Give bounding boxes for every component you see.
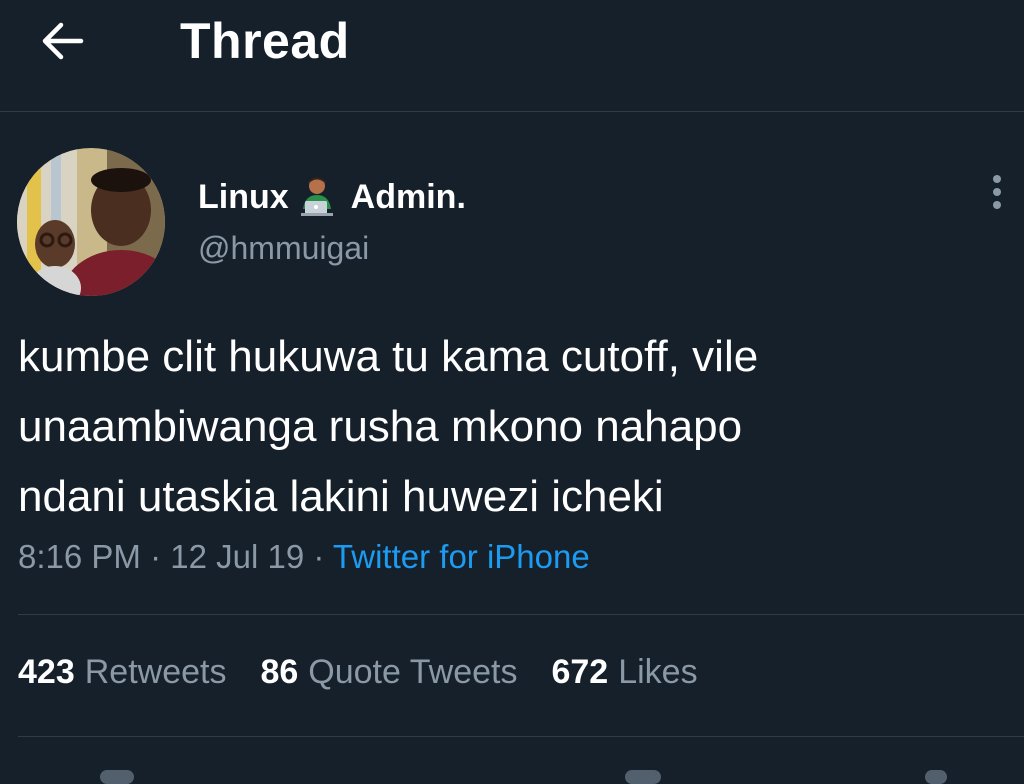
- quotes-count: 86: [260, 653, 299, 691]
- more-vertical-icon: [993, 175, 1001, 209]
- avatar[interactable]: [17, 148, 165, 296]
- arrow-left-icon: [42, 22, 84, 60]
- author-name[interactable]: Linux Admin.: [198, 175, 466, 219]
- retweets-count: 423: [18, 653, 75, 691]
- meta-separator: ·: [313, 538, 333, 575]
- divider: [18, 614, 1024, 615]
- man-technologist-emoji-icon: [297, 175, 341, 219]
- tweet-text: kumbe clit hukuwa tu kama cutoff, vile u…: [18, 332, 759, 521]
- author-handle[interactable]: @hmmuigai: [198, 230, 369, 267]
- share-icon[interactable]: [925, 770, 947, 784]
- quote-tweets-stat[interactable]: 86 Quote Tweets: [260, 653, 517, 692]
- meta-separator: ·: [150, 538, 171, 575]
- likes-label: Likes: [618, 653, 698, 691]
- author-name-part2: Admin.: [350, 177, 466, 216]
- quotes-label: Quote Tweets: [308, 653, 518, 691]
- back-button[interactable]: [32, 16, 92, 66]
- author-name-part1: Linux: [198, 177, 289, 216]
- retweets-label: Retweets: [84, 653, 227, 691]
- reply-icon[interactable]: [100, 770, 134, 784]
- like-icon[interactable]: [625, 770, 661, 784]
- divider: [18, 736, 1024, 737]
- likes-count: 672: [551, 653, 609, 691]
- tweet-meta: 8:16 PM · 12 Jul 19 · Twitter for iPhone: [18, 538, 590, 576]
- top-bar: Thread: [0, 0, 1024, 112]
- engagement-stats: 423 Retweets 86 Quote Tweets 672 Likes: [18, 653, 698, 692]
- avatar-photo: [17, 148, 165, 296]
- likes-stat[interactable]: 672 Likes: [551, 653, 697, 692]
- more-options-button[interactable]: [975, 170, 1019, 214]
- retweets-stat[interactable]: 423 Retweets: [18, 653, 226, 692]
- page-title: Thread: [180, 13, 350, 69]
- tweet-source-link[interactable]: Twitter for iPhone: [333, 538, 590, 575]
- tweet-time[interactable]: 8:16 PM: [18, 538, 141, 575]
- tweet-date[interactable]: 12 Jul 19: [170, 538, 304, 575]
